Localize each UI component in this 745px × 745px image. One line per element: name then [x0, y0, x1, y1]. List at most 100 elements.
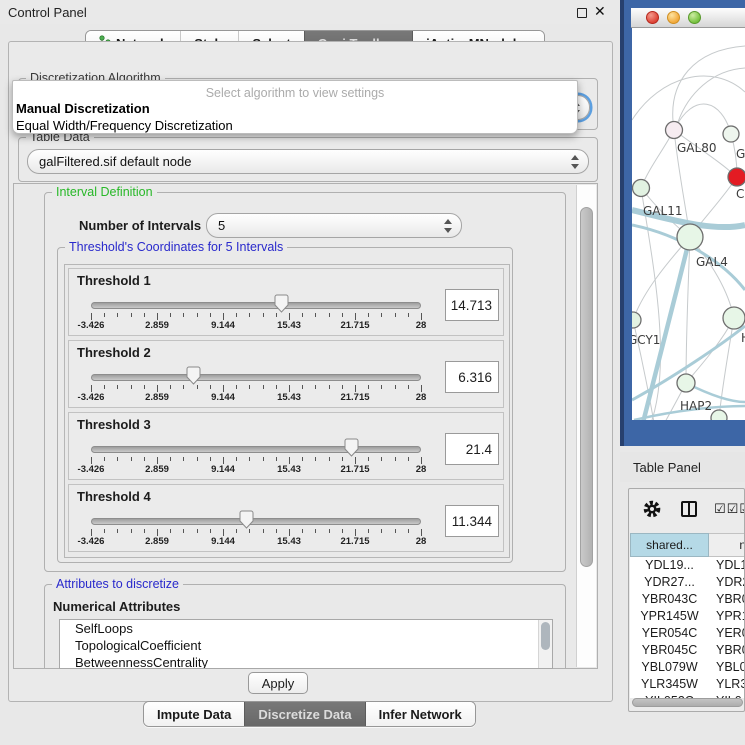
algorithm-dropdown-popup: Select algorithm to view settings Manual…	[12, 80, 578, 134]
window-frame-edge	[620, 0, 624, 446]
control-panel-titlebar: Control Panel ✕	[0, 0, 620, 24]
tab-infer-network[interactable]: Infer Network	[365, 702, 475, 726]
table-panel: ☑☑☑ shared... n YDL19...YDL1 YDR27...YDR…	[628, 488, 745, 712]
float-window-icon[interactable]	[577, 8, 587, 18]
table-data-group: Table Data galFiltered.sif default node	[18, 137, 598, 182]
zoom-traffic-light-icon[interactable]	[688, 11, 701, 24]
table-row[interactable]: YPR145WYPR1	[630, 608, 745, 625]
table-data-combobox[interactable]: galFiltered.sif default node	[27, 149, 589, 174]
close-icon[interactable]: ✕	[594, 3, 606, 20]
table-panel-toolbar: ☑☑☑	[629, 495, 745, 529]
node-gal11	[633, 180, 650, 197]
table-row[interactable]: YDL19...YDL1	[630, 557, 745, 574]
num-intervals-value: 5	[218, 218, 225, 233]
thresholds-group-label: Threshold's Coordinates for 5 Intervals	[65, 240, 287, 254]
threshold-row-2: Threshold 2 -3.4262.8599.14415.4321.7152…	[68, 340, 504, 408]
slider-thumb[interactable]	[186, 366, 201, 385]
interval-definition-group-label: Interval Definition	[52, 185, 157, 199]
slider-thumb[interactable]	[344, 438, 359, 457]
node-label: GAL4	[696, 255, 728, 269]
scrollbar-thumb[interactable]	[632, 698, 743, 707]
dropdown-option-manual[interactable]: Manual Discretization	[16, 101, 150, 116]
node-gcy1	[632, 312, 641, 328]
table-panel-title: Table Panel	[633, 460, 701, 475]
threshold-row-3: Threshold 3 -3.4262.8599.14415.4321.7152…	[68, 412, 504, 480]
node-label: GAL11	[643, 204, 682, 218]
threshold-row-1: Threshold 1 -3.4262.8599.14415.4321.7152…	[68, 268, 504, 336]
node-table: shared... n YDL19...YDL1 YDR27...YDR2 YB…	[630, 533, 745, 698]
node-bottom-partial	[711, 410, 727, 420]
network-canvas[interactable]: GAL80 GA C GAL11 GAL4 GCY1 H HAP2	[632, 28, 745, 420]
slider-thumb[interactable]	[274, 294, 289, 313]
threshold-1-value-field[interactable]: 14.713	[445, 289, 499, 321]
settings-vertical-scrollbar[interactable]	[576, 185, 596, 667]
list-item[interactable]: BetweennessCentrality	[60, 654, 552, 669]
list-vertical-scrollbar[interactable]	[538, 620, 552, 668]
num-intervals-label: Number of Intervals	[79, 218, 201, 233]
numerical-attributes-list[interactable]: SelfLoops TopologicalCoefficient Between…	[59, 619, 553, 669]
threshold-row-4: Threshold 4 -3.4262.8599.14415.4321.7152…	[68, 484, 504, 552]
close-traffic-light-icon[interactable]	[646, 11, 659, 24]
minimize-traffic-light-icon[interactable]	[667, 11, 680, 24]
node-gal4	[677, 224, 703, 250]
attributes-group-label: Attributes to discretize	[52, 577, 183, 591]
interval-definition-group: Interval Definition Number of Intervals …	[44, 192, 566, 572]
list-item[interactable]: SelfLoops	[60, 620, 552, 637]
gear-icon[interactable]	[642, 499, 662, 524]
numerical-attributes-label: Numerical Attributes	[53, 599, 180, 614]
threshold-1-slider[interactable]: -3.4262.8599.14415.4321.71528	[69, 269, 503, 335]
network-view-window[interactable]: GAL80 GA C GAL11 GAL4 GCY1 H HAP2	[620, 0, 745, 446]
combo-stepper-icon[interactable]	[570, 154, 579, 170]
dropdown-option-equal-width[interactable]: Equal Width/Frequency Discretization	[16, 118, 233, 133]
network-window-titlebar[interactable]	[631, 8, 745, 28]
panel-title: Control Panel	[8, 5, 87, 20]
table-row[interactable]: YBR045CYBR0	[630, 642, 745, 659]
table-row[interactable]: YER054CYER0	[630, 625, 745, 642]
table-row[interactable]: YDR27...YDR2	[630, 574, 745, 591]
table-panel-header: Table Panel	[620, 452, 745, 482]
table-row[interactable]: YLR345WYLR3	[630, 676, 745, 693]
combo-stepper-icon[interactable]	[443, 218, 452, 234]
tab-discretize-data[interactable]: Discretize Data	[244, 702, 364, 726]
num-intervals-combobox[interactable]: 5	[206, 213, 462, 238]
table-header-row: shared... n	[630, 533, 745, 557]
node-hap2	[677, 374, 695, 392]
node-h	[723, 307, 745, 329]
dropdown-placeholder: Select algorithm to view settings	[13, 86, 577, 100]
threshold-4-value-field[interactable]: 11.344	[445, 505, 499, 537]
network-graph: GAL80 GA C GAL11 GAL4 GCY1 H HAP2	[632, 28, 745, 420]
node-gal80	[666, 122, 683, 139]
node-unlabeled-top	[723, 126, 739, 142]
list-item[interactable]: TopologicalCoefficient	[60, 637, 552, 654]
attributes-group: Attributes to discretize Numerical Attri…	[44, 584, 566, 669]
apply-button[interactable]: Apply	[248, 672, 308, 694]
slider-thumb[interactable]	[239, 510, 254, 529]
threshold-2-slider[interactable]: -3.4262.8599.14415.4321.71528	[69, 341, 503, 407]
node-label: H	[741, 331, 745, 345]
node-label: GAL80	[677, 141, 716, 155]
bottom-tab-bar: Impute Data Discretize Data Infer Networ…	[143, 701, 476, 727]
table-horizontal-scrollbar[interactable]	[631, 698, 744, 708]
node-label: GCY1	[632, 333, 660, 347]
table-data-selected: galFiltered.sif default node	[39, 154, 191, 169]
thresholds-container: Threshold 1 -3.4262.8599.14415.4321.7152…	[64, 264, 510, 558]
table-row[interactable]: YBR043CYBR0	[630, 591, 745, 608]
node-red	[728, 168, 745, 186]
threshold-3-value-field[interactable]: 21.4	[445, 433, 499, 465]
threshold-2-value-field[interactable]: 6.316	[445, 361, 499, 393]
table-rows: YDL19...YDL1 YDR27...YDR2 YBR043CYBR0 YP…	[630, 557, 745, 698]
scrollbar-thumb[interactable]	[580, 207, 593, 567]
threshold-4-slider[interactable]: -3.4262.8599.14415.4321.71528	[69, 485, 503, 551]
node-label: HAP2	[680, 399, 712, 413]
table-row[interactable]: YBL079WYBL0	[630, 659, 745, 676]
tab-impute-data[interactable]: Impute Data	[144, 702, 244, 726]
thresholds-group: Threshold's Coordinates for 5 Intervals …	[57, 247, 513, 563]
split-columns-icon[interactable]	[681, 501, 697, 517]
scrollbar-thumb[interactable]	[541, 622, 550, 650]
column-header-shared-name[interactable]: shared...	[630, 533, 709, 557]
checkbox-options-icons[interactable]: ☑☑☑	[714, 501, 745, 517]
screen: Control Panel ✕ Network Style Select Cyn…	[0, 0, 745, 745]
node-label: C	[736, 187, 744, 201]
column-header-name[interactable]: n	[709, 533, 745, 557]
threshold-3-slider[interactable]: -3.4262.8599.14415.4321.71528	[69, 413, 503, 479]
